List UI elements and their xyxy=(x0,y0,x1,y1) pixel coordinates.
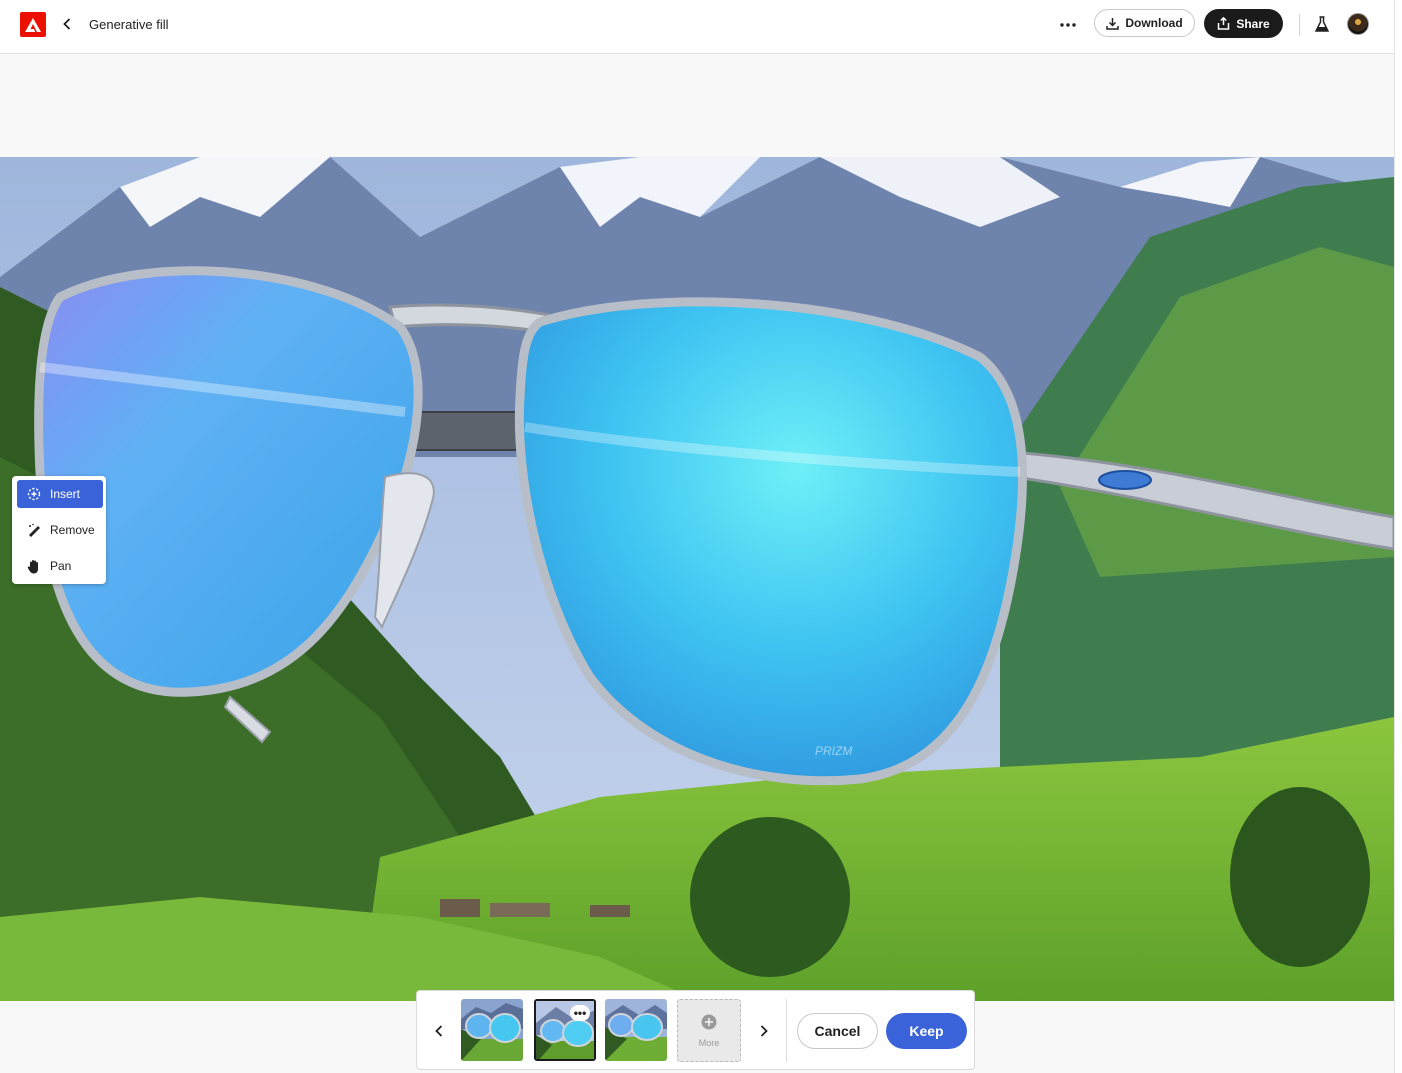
thumbnail-image xyxy=(461,999,523,1061)
tool-remove-label: Remove xyxy=(50,523,95,537)
thumbnail-image xyxy=(605,999,667,1061)
landscape-sunglasses-image: PRIZM xyxy=(0,157,1394,1001)
variations-bar: ••• More Cancel Keep xyxy=(416,990,975,1070)
insert-icon xyxy=(26,486,42,502)
keep-button[interactable]: Keep xyxy=(886,1013,967,1049)
tool-insert[interactable]: Insert xyxy=(17,480,103,508)
chevron-left-icon xyxy=(63,18,71,30)
tool-insert-label: Insert xyxy=(50,487,81,501)
chevron-right-icon xyxy=(760,1025,768,1037)
tool-pan-label: Pan xyxy=(50,559,72,573)
chevron-left-icon xyxy=(435,1025,443,1037)
previous-variation-button[interactable] xyxy=(431,1021,447,1041)
hand-icon xyxy=(26,558,42,574)
generate-more-button[interactable]: More xyxy=(677,999,741,1062)
variation-thumbnail-3[interactable] xyxy=(605,999,667,1061)
page-title: Generative fill xyxy=(89,17,169,32)
lens-mark: PRIZM xyxy=(815,744,852,758)
remove-icon xyxy=(26,522,42,538)
tool-panel: Insert Remove Pan xyxy=(12,476,106,584)
thumbnail-options-button[interactable]: ••• xyxy=(570,1005,590,1021)
share-label: Share xyxy=(1236,16,1270,31)
download-icon xyxy=(1106,17,1120,30)
back-button[interactable] xyxy=(58,14,76,34)
tool-remove[interactable]: Remove xyxy=(17,516,103,544)
download-button[interactable]: Download xyxy=(1094,9,1195,37)
variation-thumbnail-1[interactable] xyxy=(461,999,523,1061)
user-avatar[interactable] xyxy=(1347,13,1369,35)
download-label: Download xyxy=(1125,16,1183,30)
share-icon xyxy=(1218,17,1230,30)
next-variation-button[interactable] xyxy=(756,1021,772,1041)
bar-divider xyxy=(786,999,787,1062)
header-divider xyxy=(1299,14,1300,36)
window-edge xyxy=(1394,0,1402,1073)
labs-button[interactable] xyxy=(1311,13,1333,35)
tool-pan[interactable]: Pan xyxy=(17,552,103,580)
more-options-button[interactable] xyxy=(1056,14,1080,36)
variation-thumbnail-2[interactable]: ••• xyxy=(534,999,596,1061)
cancel-button[interactable]: Cancel xyxy=(797,1013,878,1049)
plus-circle-icon xyxy=(701,1014,717,1029)
flask-icon xyxy=(1315,16,1329,32)
image-canvas[interactable]: PRIZM xyxy=(0,157,1394,1001)
more-label: More xyxy=(698,1037,720,1048)
app-header: Generative fill Download Share xyxy=(0,0,1394,54)
share-button[interactable]: Share xyxy=(1204,9,1283,38)
ellipsis-icon xyxy=(1060,23,1076,27)
adobe-logo-icon[interactable] xyxy=(20,12,46,37)
